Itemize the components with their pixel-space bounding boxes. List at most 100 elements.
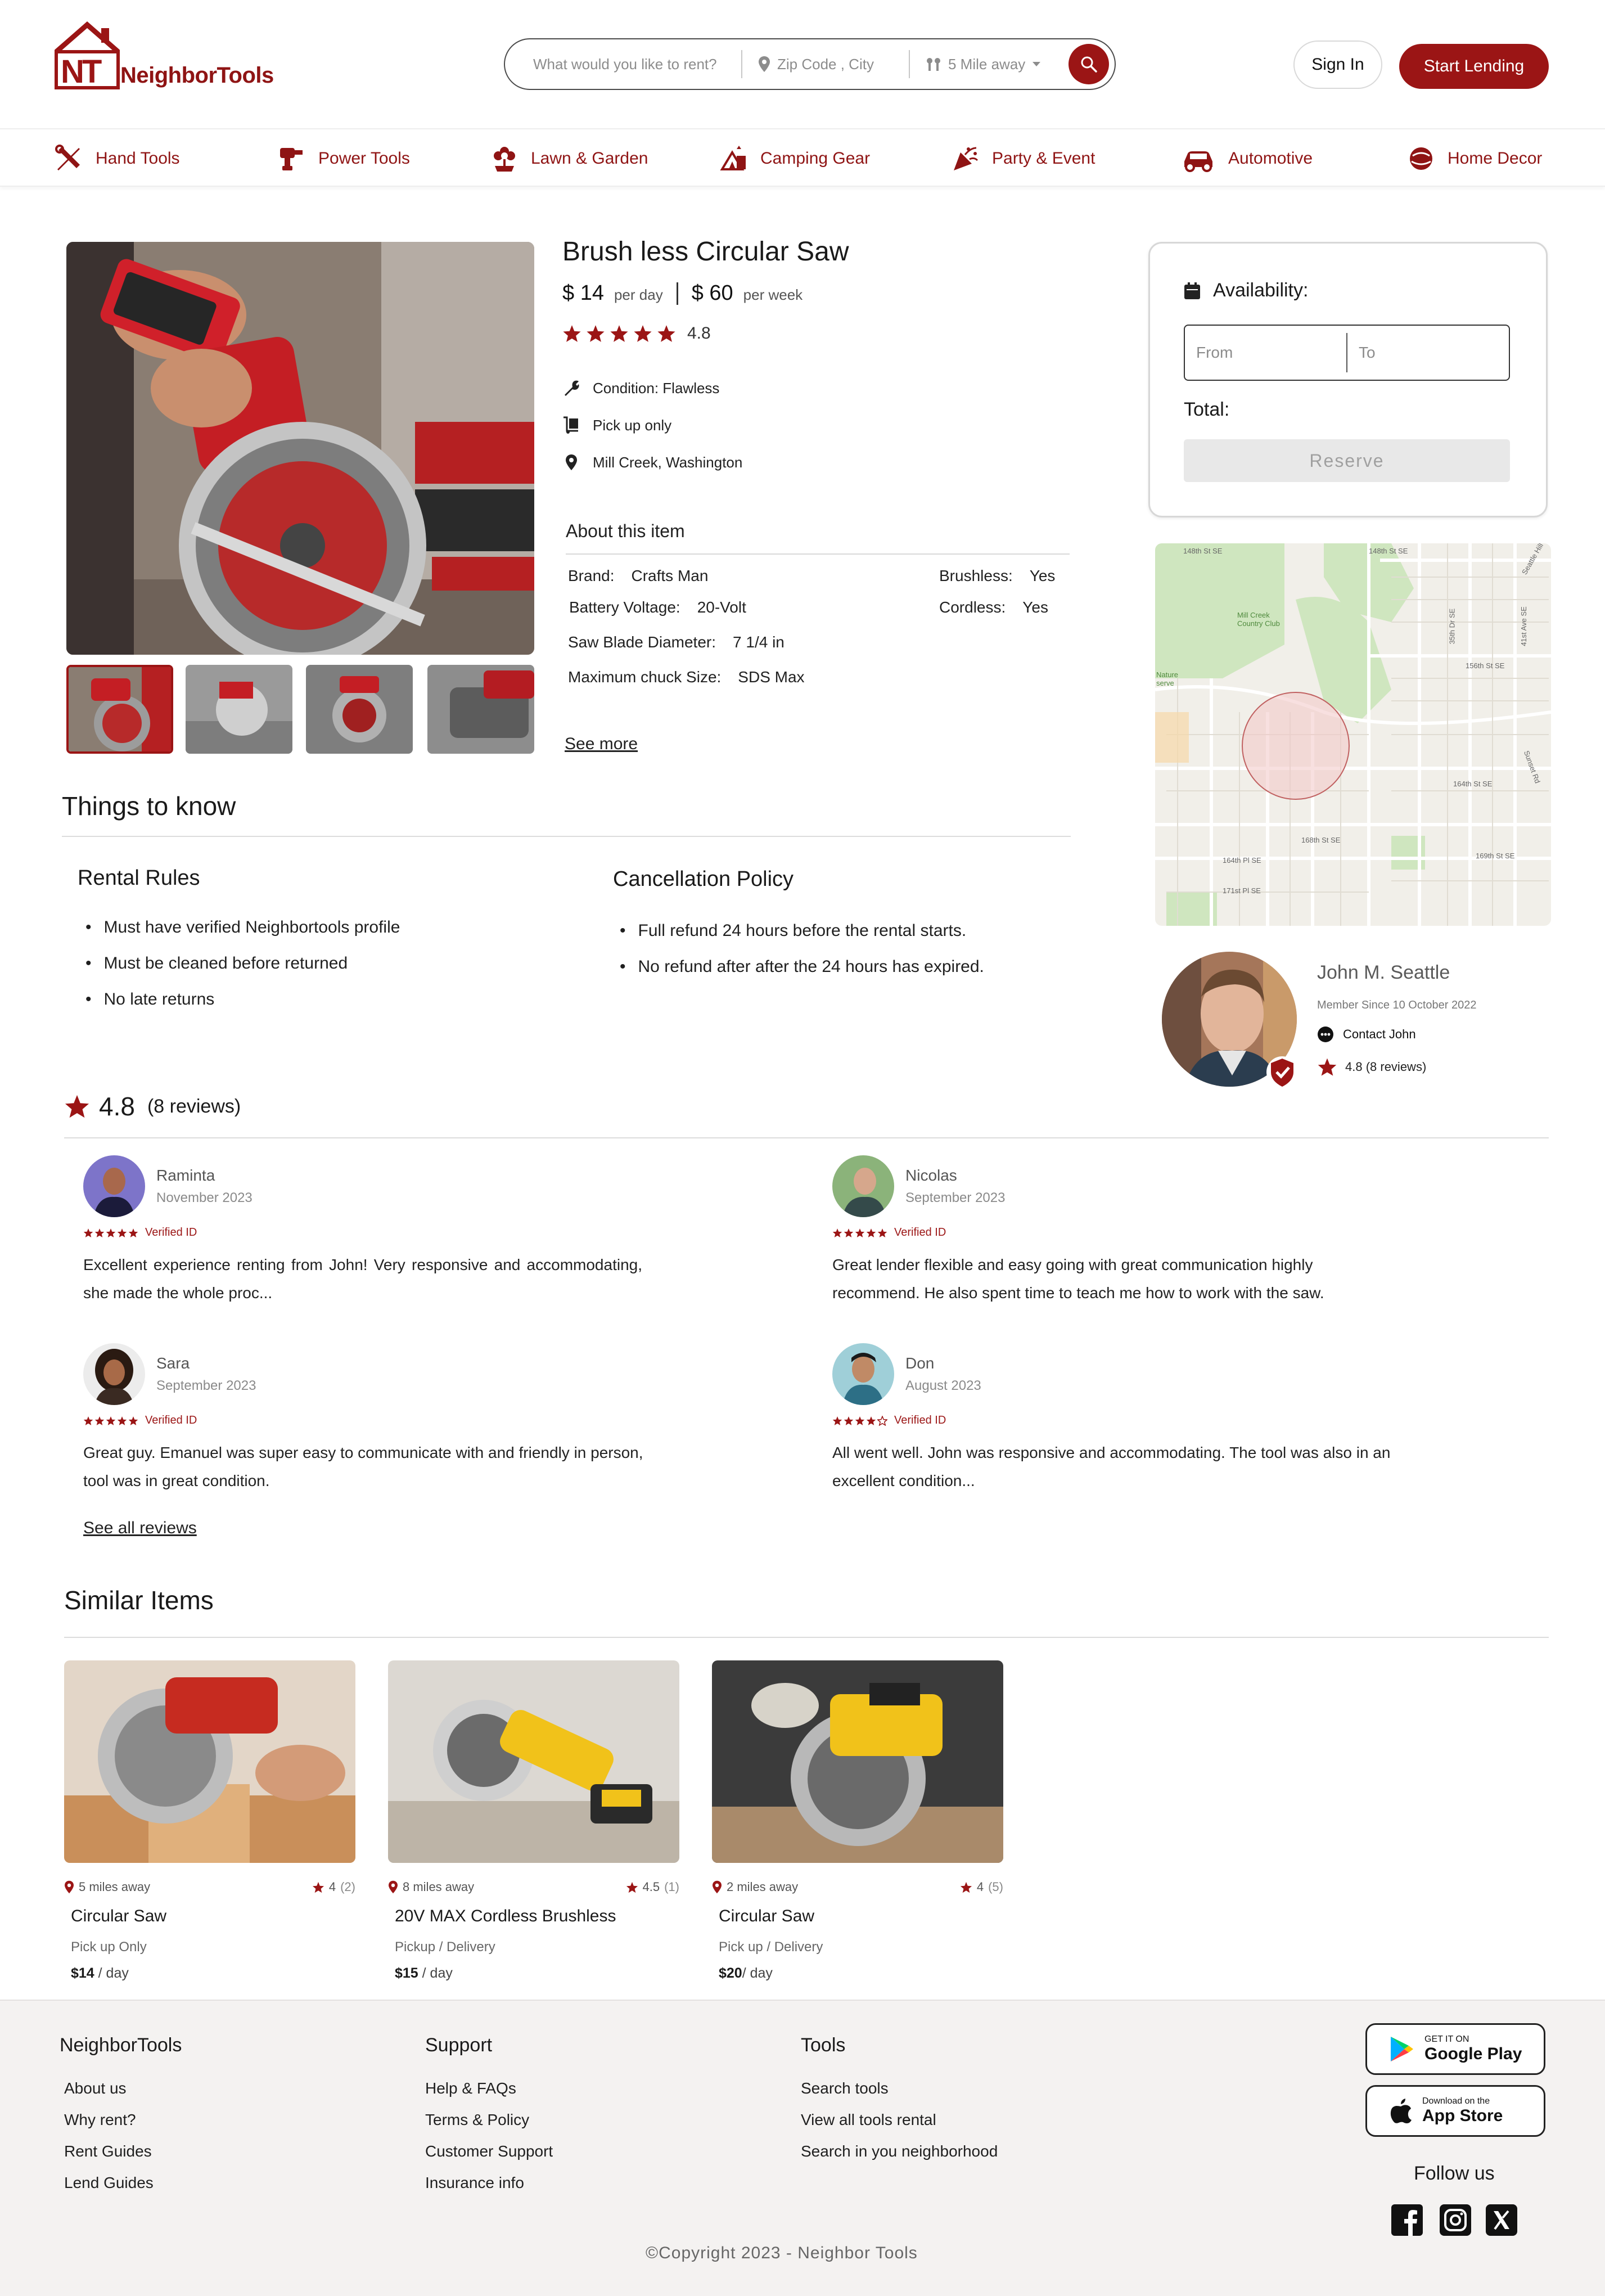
search-button[interactable] — [1069, 44, 1109, 84]
category-power-tools[interactable]: Power Tools — [278, 144, 410, 173]
similar-item-delivery: Pick up / Delivery — [719, 1939, 823, 1955]
similar-item-delivery: Pickup / Delivery — [395, 1939, 495, 1955]
star-icon — [844, 1416, 854, 1425]
reserve-button[interactable]: Reserve — [1184, 439, 1510, 482]
location-map[interactable]: 148th St SE 148th St SE Mill Creek Count… — [1155, 543, 1551, 926]
product-thumbnail-1[interactable] — [66, 665, 173, 754]
map-street-label: 41st Ave SE — [1519, 606, 1528, 646]
map-street-label: 164th St SE — [1453, 780, 1493, 788]
similar-item-card[interactable]: 2 miles away 4 (5) Circular Saw Pick up /… — [712, 1660, 1003, 1982]
search-what-input[interactable]: What would you like to rent? — [505, 39, 741, 89]
lender-name[interactable]: John M. Seattle — [1317, 962, 1450, 984]
star-icon — [832, 1416, 842, 1425]
review-date: September 2023 — [905, 1190, 1006, 1205]
spec-blade-diameter: Saw Blade Diameter: 7 1/4 in — [568, 633, 785, 651]
logo-name: NeighborTools — [120, 63, 274, 88]
footer-link[interactable]: Insurance info — [425, 2174, 524, 2192]
category-home-decor[interactable]: Home Decor — [1407, 144, 1542, 173]
distance-select[interactable]: 5 Mile away — [910, 39, 1041, 89]
similar-item-meta: 2 miles away 4 (5) — [712, 1880, 1003, 1894]
thumbnail-image — [306, 665, 413, 754]
similar-item-image — [712, 1660, 1003, 1863]
start-lending-button[interactable]: Start Lending — [1399, 44, 1549, 89]
category-party-event[interactable]: Party & Event — [952, 144, 1095, 173]
from-date-input[interactable]: From — [1185, 344, 1346, 362]
review-text: Great guy. Emanuel was super easy to com… — [83, 1444, 643, 1489]
footer-link[interactable]: Customer Support — [425, 2142, 553, 2160]
sign-in-button[interactable]: Sign In — [1293, 40, 1382, 89]
footer-link[interactable]: Search in you neighborhood — [801, 2142, 998, 2160]
category-camping-gear[interactable]: Camping Gear — [720, 144, 870, 173]
rental-rule: No late returns — [85, 990, 215, 1009]
to-date-input[interactable]: To — [1347, 344, 1509, 362]
similar-items-title: Similar Items — [64, 1586, 214, 1615]
similar-item-title: Circular Saw — [71, 1907, 167, 1925]
footer-link[interactable]: Help & FAQs — [425, 2079, 516, 2097]
star-icon — [844, 1228, 854, 1237]
facebook-icon[interactable] — [1391, 2204, 1423, 2236]
star-icon — [117, 1228, 127, 1237]
map-street-label: Mill Creek Country Club — [1237, 611, 1280, 628]
product-thumbnail-2[interactable] — [186, 665, 292, 754]
footer-link[interactable]: Search tools — [801, 2079, 889, 2097]
reviewer-name: Don — [905, 1354, 935, 1372]
contact-lender-button[interactable]: Contact John — [1317, 1026, 1416, 1043]
product-main-photo[interactable] — [66, 242, 534, 655]
similar-item-card[interactable]: 8 miles away 4.5 (1) 20V MAX Cordless Bru… — [388, 1660, 679, 1982]
about-title: About this item — [566, 521, 685, 541]
instagram-icon[interactable] — [1440, 2204, 1471, 2236]
map-street-label: 156th St SE — [1466, 661, 1505, 670]
product-thumbnail-4[interactable] — [427, 665, 534, 754]
google-play-button[interactable]: GET IT ON Google Play — [1365, 2023, 1545, 2075]
star-icon — [128, 1416, 138, 1425]
map-pin-icon — [566, 454, 577, 470]
map-pin-icon — [65, 1880, 74, 1894]
map-street-label: 168th St SE — [1301, 836, 1341, 844]
wrench-screwdriver-icon — [55, 145, 80, 170]
product-thumbnail-3[interactable] — [306, 665, 413, 754]
rental-rule: Must be cleaned before returned — [85, 954, 348, 973]
feature-location: Mill Creek, Washington — [562, 453, 742, 471]
footer-link[interactable]: Lend Guides — [64, 2174, 154, 2192]
similar-item-image — [388, 1660, 679, 1863]
star-icon — [855, 1228, 865, 1237]
drill-icon — [280, 148, 303, 170]
logo[interactable]: NT NeighborTools — [54, 20, 279, 91]
search-location-input[interactable]: Zip Code , City — [742, 39, 909, 89]
similar-divider — [64, 1637, 1549, 1638]
similar-item-delivery: Pick up Only — [71, 1939, 147, 1955]
map-street-label: 148th St SE — [1183, 547, 1223, 555]
category-lawn-garden[interactable]: Lawn & Garden — [490, 144, 648, 173]
footer-link[interactable]: Why rent? — [64, 2111, 136, 2129]
distance-pins-icon — [927, 58, 940, 71]
footer-link[interactable]: About us — [64, 2079, 127, 2097]
map-street-label: 169th St SE — [1476, 852, 1515, 860]
lamp-icon — [1410, 147, 1432, 170]
reviewer-name: Nicolas — [905, 1167, 957, 1184]
see-all-reviews-link[interactable]: See all reviews — [83, 1519, 197, 1538]
party-popper-icon — [954, 147, 979, 170]
see-more-link[interactable]: See more — [565, 735, 638, 754]
similar-item-card[interactable]: 5 miles away 4 (2) Circular Saw Pick up O… — [64, 1660, 355, 1982]
star-icon — [128, 1228, 138, 1237]
star-icon — [877, 1228, 887, 1237]
x-twitter-icon[interactable] — [1486, 2204, 1517, 2236]
star-icon — [94, 1416, 105, 1425]
things-to-know-title: Things to know — [62, 791, 236, 821]
footer-link[interactable]: Terms & Policy — [425, 2111, 529, 2129]
app-store-button[interactable]: Download on the App Store — [1365, 2085, 1545, 2137]
map-street-label: 164th Pl SE — [1223, 856, 1261, 865]
thumbnail-image — [186, 665, 292, 754]
booking-card: Availability: From To Total: Reserve — [1148, 242, 1548, 517]
reviews-summary: 4.8 (8 reviews) — [64, 1091, 241, 1122]
star-rating — [832, 1228, 887, 1238]
map-pin-icon — [389, 1880, 398, 1894]
footer-link[interactable]: Rent Guides — [64, 2142, 152, 2160]
thumbnail-image — [69, 667, 171, 751]
rating-value: 4.8 — [687, 324, 711, 343]
category-hand-tools[interactable]: Hand Tools — [55, 144, 180, 173]
apple-icon — [1390, 2099, 1412, 2123]
footer-link[interactable]: View all tools rental — [801, 2111, 936, 2129]
category-automotive[interactable]: Automotive — [1181, 144, 1313, 173]
reviewer-name: Raminta — [156, 1167, 215, 1184]
